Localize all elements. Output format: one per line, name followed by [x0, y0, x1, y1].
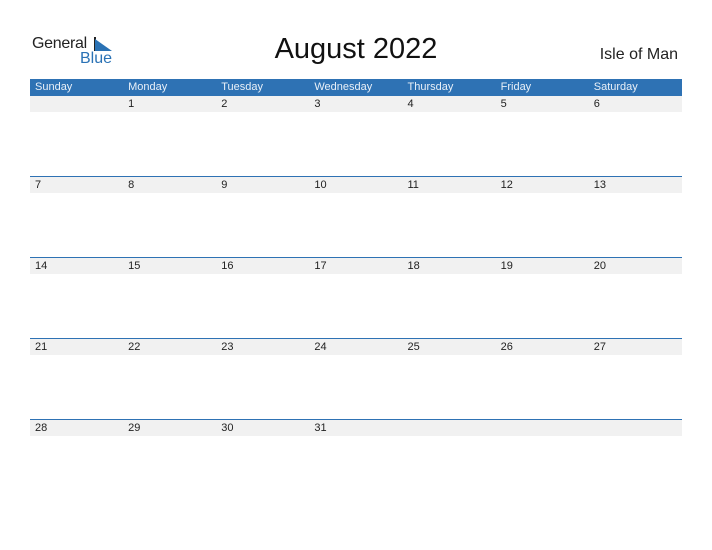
week-row: 28 29 30 31 [30, 419, 682, 500]
weekday-friday: Friday [500, 81, 532, 93]
weekday-tuesday: Tuesday [221, 81, 264, 93]
day-number: 8 [128, 179, 135, 191]
day-number: 6 [593, 98, 600, 110]
day-number: 30 [221, 422, 234, 434]
day-number: 7 [35, 179, 42, 191]
week-row: 14 15 16 17 18 19 20 [30, 257, 682, 338]
day-number: 15 [128, 260, 141, 272]
weekday-thursday: Thursday [407, 81, 454, 93]
day-number: 23 [221, 341, 234, 353]
day-number: 19 [500, 260, 513, 272]
day-number: 13 [593, 179, 606, 191]
day-number: 17 [314, 260, 327, 272]
weekday-saturday: Saturday [593, 81, 638, 93]
day-number: 18 [407, 260, 420, 272]
date-strip: 1 2 3 4 5 6 [30, 96, 682, 112]
day-number: 29 [128, 422, 141, 434]
day-number [403, 420, 496, 436]
weekday-wednesday: Wednesday [314, 81, 373, 93]
day-number: 11 [407, 179, 419, 191]
country-label: Isle of Man [599, 46, 678, 63]
day-number: 31 [314, 422, 327, 434]
day-number: 27 [593, 341, 606, 353]
day-number [30, 96, 123, 112]
day-number: 22 [128, 341, 141, 353]
day-number: 4 [407, 98, 414, 110]
weekday-header: Sunday Monday Tuesday Wednesday Thursday… [30, 79, 682, 96]
week-row: 7 8 9 10 11 12 13 [30, 176, 682, 257]
day-number: 28 [35, 422, 48, 434]
day-number: 5 [500, 98, 507, 110]
day-number: 14 [35, 260, 48, 272]
day-number: 25 [407, 341, 420, 353]
day-number [496, 420, 589, 436]
date-strip: 28 29 30 31 [30, 420, 682, 436]
day-number: 9 [221, 179, 228, 191]
week-row: 21 22 23 24 25 26 27 [30, 338, 682, 419]
day-number: 24 [314, 341, 327, 353]
day-number: 3 [314, 98, 321, 110]
day-number: 10 [314, 179, 327, 191]
day-number: 1 [128, 98, 135, 110]
date-strip: 21 22 23 24 25 26 27 [30, 339, 682, 355]
date-strip: 14 15 16 17 18 19 20 [30, 258, 682, 274]
day-number: 21 [35, 341, 48, 353]
day-number [589, 420, 682, 436]
weekday-sunday: Sunday [35, 81, 73, 93]
day-number: 20 [593, 260, 606, 272]
day-number: 12 [500, 179, 513, 191]
date-strip: 7 8 9 10 11 12 13 [30, 177, 682, 193]
weekday-monday: Monday [128, 81, 168, 93]
day-number: 26 [500, 341, 513, 353]
day-number: 2 [221, 98, 228, 110]
day-number: 16 [221, 260, 234, 272]
week-row: 1 2 3 4 5 6 [30, 95, 682, 176]
